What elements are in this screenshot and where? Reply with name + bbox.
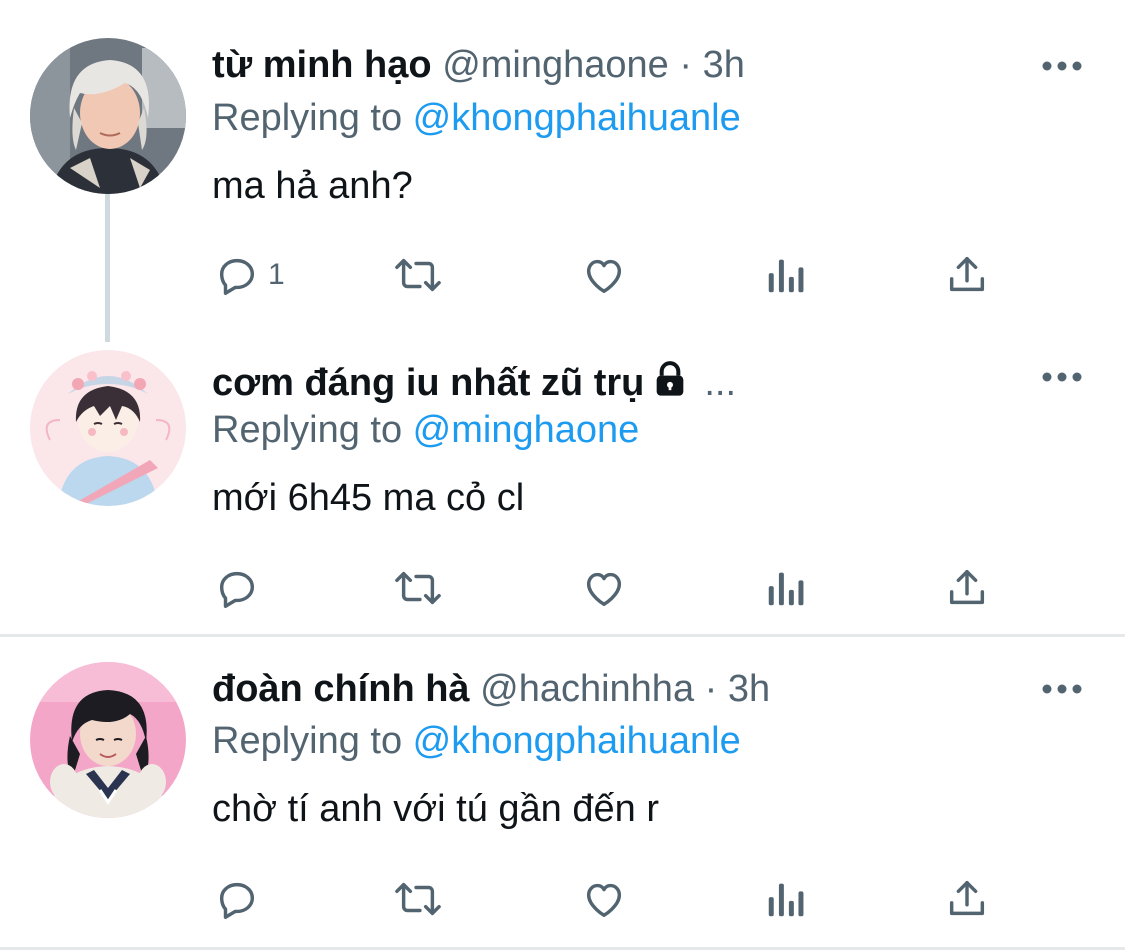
mention-link[interactable]: @minghaone xyxy=(413,409,640,451)
retweet-icon xyxy=(395,258,441,292)
replying-to-label: Replying to xyxy=(212,720,413,762)
timestamp[interactable]: 3h xyxy=(703,44,745,86)
reply-button[interactable]: 1 xyxy=(214,250,285,300)
replying-to: Replying to @khongphaihuanle xyxy=(212,95,741,141)
share-button[interactable] xyxy=(944,563,990,613)
share-icon xyxy=(949,880,985,916)
tweet-header: cơm đáng iu nhất zũ trụ ... xyxy=(212,359,736,406)
reply-button[interactable] xyxy=(214,563,268,613)
tweet-2[interactable]: cơm đáng iu nhất zũ trụ ... Replying to … xyxy=(0,330,1125,635)
retweet-icon xyxy=(395,571,441,605)
analytics-icon xyxy=(768,259,804,293)
thread-line xyxy=(105,194,110,342)
display-name[interactable]: đoàn chính hà xyxy=(212,668,470,710)
share-button[interactable] xyxy=(944,874,990,924)
tweet-text: mới 6h45 ma cỏ cl xyxy=(212,477,525,519)
replying-to: Replying to @minghaone xyxy=(212,407,639,453)
action-bar xyxy=(212,563,1012,613)
lock-icon xyxy=(657,361,684,396)
reply-count: 1 xyxy=(268,258,285,291)
reply-button[interactable] xyxy=(214,874,268,924)
reply-icon xyxy=(219,571,255,608)
analytics-icon xyxy=(768,883,804,917)
more-icon[interactable] xyxy=(1040,367,1084,387)
reply-icon xyxy=(219,882,255,919)
tweet-divider xyxy=(0,947,1125,950)
tweet-text: ma hả anh? xyxy=(212,165,413,207)
like-button[interactable] xyxy=(580,874,628,924)
replying-to-label: Replying to xyxy=(212,97,413,139)
mention-link[interactable]: @khongphaihuanle xyxy=(413,720,741,762)
more-icon[interactable] xyxy=(1040,56,1084,76)
action-bar: 1 xyxy=(212,250,1012,300)
tweet-1[interactable]: từ minh hạo @minghaone · 3h Replying to … xyxy=(0,0,1125,342)
action-bar xyxy=(212,874,1012,924)
retweet-button[interactable] xyxy=(390,250,446,300)
like-icon xyxy=(586,883,622,918)
reply-icon xyxy=(219,258,255,295)
retweet-button[interactable] xyxy=(390,563,446,613)
tweet-header: từ minh hạo @minghaone · 3h xyxy=(212,42,745,88)
analytics-button[interactable] xyxy=(765,563,807,613)
separator-dot: · xyxy=(679,44,693,86)
avatar[interactable] xyxy=(30,350,186,506)
like-button[interactable] xyxy=(580,250,628,300)
replying-to-label: Replying to xyxy=(212,409,413,451)
retweet-button[interactable] xyxy=(390,874,446,924)
analytics-icon xyxy=(768,572,804,606)
user-handle[interactable]: @minghaone xyxy=(442,44,669,86)
separator-dot: · xyxy=(704,668,718,710)
mention-link[interactable]: @khongphaihuanle xyxy=(413,97,741,139)
share-icon xyxy=(949,569,985,605)
like-icon xyxy=(586,259,622,294)
share-button[interactable] xyxy=(944,250,990,300)
tweet-header: đoàn chính hà @hachinhha · 3h xyxy=(212,666,770,712)
tweet-text: chờ tí anh với tú gần đến r xyxy=(212,788,659,830)
name-overflow-ellipsis: ... xyxy=(704,362,737,404)
like-icon xyxy=(586,572,622,607)
user-handle[interactable]: @hachinhha xyxy=(480,668,694,710)
retweet-icon xyxy=(395,882,441,916)
analytics-button[interactable] xyxy=(765,874,807,924)
display-name[interactable]: từ minh hạo xyxy=(212,44,432,86)
tweet-3[interactable]: đoàn chính hà @hachinhha · 3h Replying t… xyxy=(0,637,1125,947)
like-button[interactable] xyxy=(580,563,628,613)
display-name[interactable]: cơm đáng iu nhất zũ trụ xyxy=(212,362,644,404)
replying-to: Replying to @khongphaihuanle xyxy=(212,718,741,764)
avatar[interactable] xyxy=(30,38,186,194)
more-icon[interactable] xyxy=(1040,679,1084,699)
timestamp[interactable]: 3h xyxy=(728,668,770,710)
share-icon xyxy=(949,256,985,292)
avatar[interactable] xyxy=(30,662,186,818)
analytics-button[interactable] xyxy=(765,250,807,300)
